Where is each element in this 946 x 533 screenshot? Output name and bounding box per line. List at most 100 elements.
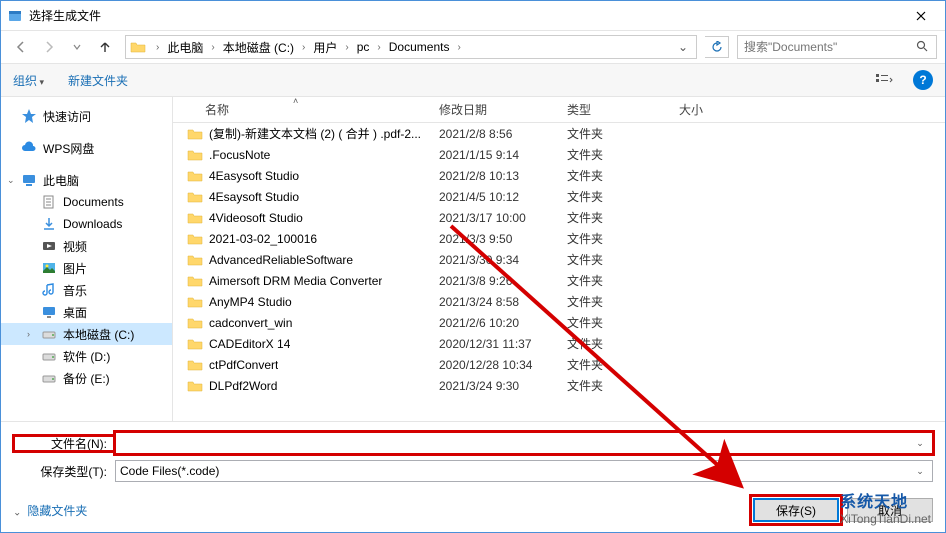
- crumb-pc[interactable]: pc: [355, 40, 372, 54]
- file-type: 文件夹: [559, 314, 671, 331]
- folder-icon: [187, 273, 203, 289]
- filename-input[interactable]: [120, 436, 912, 450]
- sort-indicator-icon: ˄: [293, 97, 298, 106]
- file-row[interactable]: 2021-03-02_1000162021/3/3 9:50文件夹: [173, 228, 945, 249]
- file-type: 文件夹: [559, 125, 671, 142]
- file-date: 2021/3/24 8:58: [431, 295, 559, 309]
- navigation-tree: 快速访问 WPS网盘 ⌄ 此电脑 Documents Downloads: [1, 97, 173, 421]
- crumb-users[interactable]: 用户: [311, 39, 339, 56]
- filename-label: 文件名(N):: [13, 435, 115, 452]
- crumb-documents[interactable]: Documents: [387, 40, 452, 54]
- folder-icon: [187, 126, 203, 142]
- file-date: 2020/12/28 10:34: [431, 358, 559, 372]
- close-button[interactable]: [898, 2, 943, 30]
- column-type[interactable]: 类型: [559, 97, 671, 122]
- column-headers: ˄ 名称 修改日期 类型 大小: [173, 97, 945, 123]
- view-mode-button[interactable]: [867, 69, 901, 91]
- refresh-button[interactable]: [705, 36, 729, 58]
- folder-icon: [187, 210, 203, 226]
- expander-icon[interactable]: ›: [27, 329, 37, 339]
- file-date: 2021/3/8 9:26: [431, 274, 559, 288]
- file-row[interactable]: cadconvert_win2021/2/6 10:20文件夹: [173, 312, 945, 333]
- file-name: Aimersoft DRM Media Converter: [209, 274, 382, 288]
- new-folder-button[interactable]: 新建文件夹: [68, 72, 128, 89]
- tree-this-pc[interactable]: ⌄ 此电脑: [1, 169, 172, 191]
- chevron-right-icon: ›: [371, 42, 386, 53]
- file-row[interactable]: ctPdfConvert2020/12/28 10:34文件夹: [173, 354, 945, 375]
- file-name: 4Videosoft Studio: [209, 211, 303, 225]
- file-date: 2021/3/17 10:00: [431, 211, 559, 225]
- column-size[interactable]: 大小: [671, 97, 945, 122]
- file-name: 4Easysoft Studio: [209, 169, 299, 183]
- up-button[interactable]: [93, 35, 117, 59]
- recent-dropdown[interactable]: [65, 35, 89, 59]
- search-box[interactable]: [737, 35, 937, 59]
- filename-field[interactable]: ⌄: [115, 432, 933, 454]
- tree-quick-access[interactable]: 快速访问: [1, 105, 172, 127]
- chevron-down-icon[interactable]: ⌄: [912, 466, 928, 477]
- chevron-right-icon: ›: [339, 42, 354, 53]
- search-icon: [916, 40, 930, 54]
- file-row[interactable]: (复制)-新建文本文档 (2) ( 合并 ) .pdf-2...2021/2/8…: [173, 123, 945, 144]
- breadcrumb-dropdown[interactable]: ⌄: [674, 40, 692, 54]
- tree-pictures[interactable]: 图片: [1, 257, 172, 279]
- file-name: AdvancedReliableSoftware: [209, 253, 353, 267]
- tree-drive-c[interactable]: › 本地磁盘 (C:): [1, 323, 172, 345]
- file-type: 文件夹: [559, 377, 671, 394]
- breadcrumb[interactable]: › 此电脑 › 本地磁盘 (C:) › 用户 › pc › Documents …: [125, 35, 697, 59]
- forward-button[interactable]: [37, 35, 61, 59]
- filetype-value: Code Files(*.code): [120, 464, 912, 478]
- tree-drive-e[interactable]: 备份 (E:): [1, 367, 172, 389]
- file-row[interactable]: CADEditorX 14 2020/12/31 11:37文件夹: [173, 333, 945, 354]
- file-list[interactable]: (复制)-新建文本文档 (2) ( 合并 ) .pdf-2...2021/2/8…: [173, 123, 945, 421]
- crumb-drive-c[interactable]: 本地磁盘 (C:): [221, 39, 296, 56]
- file-row[interactable]: AdvancedReliableSoftware2021/3/30 9:34文件…: [173, 249, 945, 270]
- file-type: 文件夹: [559, 230, 671, 247]
- file-date: 2021/3/30 9:34: [431, 253, 559, 267]
- help-button[interactable]: ?: [913, 70, 933, 90]
- search-input[interactable]: [744, 40, 916, 54]
- file-name: CADEditorX 14: [209, 337, 290, 351]
- tree-wps[interactable]: WPS网盘: [1, 137, 172, 159]
- folder-icon: [187, 189, 203, 205]
- file-row[interactable]: Aimersoft DRM Media Converter 2021/3/8 9:…: [173, 270, 945, 291]
- tree-videos[interactable]: 视频: [1, 235, 172, 257]
- organize-menu[interactable]: 组织: [13, 72, 44, 89]
- file-date: 2021/4/5 10:12: [431, 190, 559, 204]
- column-date[interactable]: 修改日期: [431, 97, 559, 122]
- file-type: 文件夹: [559, 335, 671, 352]
- file-row[interactable]: 4Esaysoft Studio2021/4/5 10:12文件夹: [173, 186, 945, 207]
- crumb-this-pc[interactable]: 此电脑: [165, 39, 205, 56]
- chevron-down-icon[interactable]: ⌄: [912, 438, 928, 449]
- file-date: 2021/2/8 10:13: [431, 169, 559, 183]
- folder-icon: [187, 315, 203, 331]
- tree-drive-d[interactable]: 软件 (D:): [1, 345, 172, 367]
- back-button[interactable]: [9, 35, 33, 59]
- drive-icon: [41, 370, 57, 386]
- cancel-button[interactable]: 取消: [847, 498, 933, 522]
- file-row[interactable]: 4Easysoft Studio 2021/2/8 10:13文件夹: [173, 165, 945, 186]
- file-date: 2020/12/31 11:37: [431, 337, 559, 351]
- file-row[interactable]: AnyMP4 Studio2021/3/24 8:58文件夹: [173, 291, 945, 312]
- tree-desktop[interactable]: 桌面: [1, 301, 172, 323]
- file-row[interactable]: .FocusNote2021/1/15 9:14文件夹: [173, 144, 945, 165]
- folder-icon: [187, 231, 203, 247]
- folder-icon: [187, 294, 203, 310]
- tree-music[interactable]: 音乐: [1, 279, 172, 301]
- column-name[interactable]: 名称: [173, 97, 431, 122]
- file-date: 2021/1/15 9:14: [431, 148, 559, 162]
- file-row[interactable]: 4Videosoft Studio2021/3/17 10:00文件夹: [173, 207, 945, 228]
- file-row[interactable]: DLPdf2Word2021/3/24 9:30文件夹: [173, 375, 945, 396]
- expander-icon[interactable]: ⌄: [7, 175, 17, 186]
- app-icon: [7, 8, 23, 24]
- desktop-icon: [41, 304, 57, 320]
- file-name: 4Esaysoft Studio: [209, 190, 299, 204]
- hide-folders-link[interactable]: 隐藏文件夹: [13, 502, 87, 519]
- tree-documents[interactable]: Documents: [1, 191, 172, 213]
- save-button[interactable]: 保存(S): [753, 498, 839, 522]
- tree-downloads[interactable]: Downloads: [1, 213, 172, 235]
- file-type: 文件夹: [559, 167, 671, 184]
- file-name: ctPdfConvert: [209, 358, 278, 372]
- filetype-field[interactable]: Code Files(*.code) ⌄: [115, 460, 933, 482]
- drive-icon: [41, 326, 57, 342]
